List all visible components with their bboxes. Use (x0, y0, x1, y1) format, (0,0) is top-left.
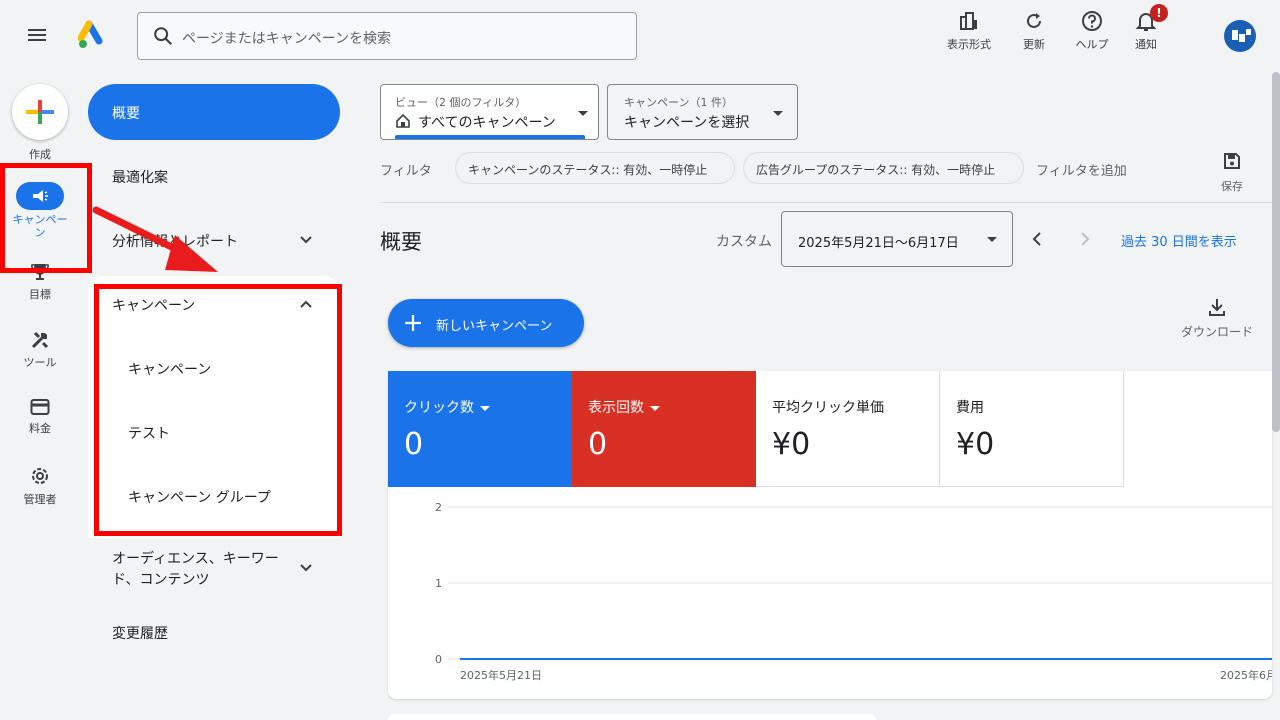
nav-change-history[interactable]: 変更履歴 (112, 623, 168, 643)
date-range-dropdown[interactable]: 2025年5月21日〜6月17日 (781, 211, 1013, 267)
chevron-down-icon[interactable] (298, 232, 314, 248)
help-label: ヘルプ (1075, 38, 1109, 51)
chevron-right-icon[interactable] (1077, 230, 1093, 248)
x-tick-label: 2025年6月 (1220, 668, 1272, 682)
view-dropdown-value: すべてのキャンペーン (418, 115, 556, 131)
rail-billing[interactable]: 料金 (0, 398, 80, 436)
tools-icon (31, 331, 49, 349)
campaign-dropdown-small: キャンペーン（1 件） (624, 96, 733, 109)
metric-impressions-value: 0 (588, 427, 608, 462)
download-icon (1209, 299, 1225, 316)
search-icon (154, 27, 173, 46)
plus-icon (26, 100, 54, 124)
metric-clicks-title: クリック数 (404, 400, 474, 416)
metric-cost-title: 費用 (956, 400, 984, 416)
avatar[interactable] (1224, 20, 1256, 52)
new-campaign-label: 新しいキャンペーン (436, 319, 553, 334)
metric-avg-cpc-title: 平均クリック単価 (772, 400, 884, 416)
rail-tools-label: ツール (23, 356, 57, 369)
view-dropdown[interactable]: ビュー（2 個のフィルタ） すべてのキャンペーン (380, 84, 599, 140)
date-custom-label: カスタム (716, 234, 772, 250)
filter-label: フィルタ (380, 164, 432, 179)
metric-impressions[interactable]: 表示回数 0 (572, 371, 756, 487)
metric-avg-cpc-value: ¥0 (772, 427, 811, 462)
y-tick-label: 0 (435, 653, 442, 666)
y-tick-label: 1 (435, 577, 442, 590)
caret-down-icon (480, 405, 490, 411)
refresh-button[interactable]: 更新 (1004, 8, 1064, 52)
help-button[interactable]: ヘルプ (1062, 8, 1122, 52)
metric-avg-cpc[interactable]: 平均クリック単価 ¥0 (756, 371, 940, 487)
chevron-down-icon[interactable] (298, 560, 314, 576)
caret-down-icon (987, 237, 997, 242)
save-icon (1224, 153, 1240, 169)
divider (939, 371, 940, 487)
view-mode-label: 表示形式 (947, 38, 991, 51)
metric-cost-value: ¥0 (956, 427, 995, 462)
next-card-edge (388, 714, 876, 720)
download-button[interactable]: ダウンロード (1178, 297, 1256, 340)
annotation-arrow (92, 206, 218, 272)
view-mode-icon (960, 12, 977, 30)
nav-overview[interactable]: 概要 (88, 84, 340, 140)
view-mode-button[interactable]: 表示形式 (939, 8, 999, 52)
rail-tools[interactable]: ツール (0, 330, 80, 370)
view-dropdown-small: ビュー（2 個のフィルタ） (395, 96, 527, 109)
metric-clicks-value: 0 (404, 427, 424, 462)
caret-down-icon (650, 405, 660, 411)
help-icon (1082, 11, 1102, 31)
divider (380, 202, 1272, 203)
date-range-value: 2025年5月21日〜6月17日 (798, 236, 959, 251)
show-last-30-link[interactable]: 過去 30 日間を表示 (1121, 231, 1237, 250)
search-placeholder: ページまたはキャンペーンを検索 (182, 31, 392, 47)
rail-create[interactable]: 作成 (0, 143, 80, 162)
nav-audiences-line1[interactable]: オーディエンス、キーワー (112, 548, 279, 568)
performance-chart: 2 1 0 2025年5月21日 2025年6月 (435, 501, 1272, 682)
annotation-box-campaigns-menu (94, 284, 342, 536)
refresh-label: 更新 (1023, 38, 1045, 51)
y-tick-label: 2 (435, 501, 442, 514)
view-selected-indicator (395, 135, 585, 139)
filter-chip-campaign-status[interactable]: キャンペーンのステータス:: 有効、一時停止 (455, 152, 735, 184)
caret-down-icon (773, 111, 783, 116)
menu-icon[interactable] (28, 26, 50, 44)
rail-admin-label: 管理者 (23, 493, 57, 506)
filter-chip-adgroup-status[interactable]: 広告グループのステータス:: 有効、一時停止 (743, 152, 1024, 184)
campaign-dropdown[interactable]: キャンペーン（1 件） キャンペーンを選択 (607, 84, 798, 140)
rail-goals-label: 目標 (29, 288, 51, 301)
metric-cost[interactable]: 費用 ¥0 (940, 371, 1124, 487)
caret-down-icon (578, 111, 588, 116)
refresh-icon (1027, 13, 1041, 28)
divider (1123, 371, 1124, 487)
google-ads-logo[interactable] (78, 20, 108, 50)
campaign-dropdown-value: キャンペーンを選択 (624, 115, 750, 131)
credit-card-icon (30, 399, 50, 415)
rail-billing-label: 料金 (29, 422, 51, 435)
create-button[interactable] (12, 84, 68, 140)
metric-clicks[interactable]: クリック数 0 (388, 371, 572, 487)
chevron-left-icon[interactable] (1029, 230, 1045, 248)
rail-admin[interactable]: 管理者 (0, 465, 80, 507)
notification-badge: ! (1150, 4, 1168, 22)
metric-impressions-title: 表示回数 (588, 400, 644, 416)
save-button[interactable]: 保存 (1212, 152, 1252, 194)
nav-audiences-line2[interactable]: ド、コンテンツ (112, 569, 209, 589)
page-title: 概要 (380, 230, 422, 254)
notifications-label: 通知 (1135, 38, 1157, 51)
top-bar: ページまたはキャンペーンを検索 表示形式 更新 ヘルプ 通知 ! (0, 0, 1280, 72)
download-label: ダウンロード (1180, 325, 1253, 339)
annotation-box-campaigns-rail (0, 163, 92, 273)
scrollbar[interactable] (1272, 72, 1280, 432)
save-label: 保存 (1221, 180, 1243, 193)
nav-recommendations[interactable]: 最適化案 (112, 167, 168, 187)
x-tick-label: 2025年5月21日 (460, 668, 542, 682)
plus-icon (405, 315, 421, 331)
gear-icon (32, 468, 48, 484)
search-box[interactable]: ページまたはキャンペーンを検索 (137, 12, 637, 60)
rail-create-label: 作成 (29, 148, 51, 161)
home-icon (396, 113, 410, 128)
notifications-button[interactable]: 通知 ! (1116, 4, 1176, 52)
add-filter-link[interactable]: フィルタを追加 (1036, 160, 1127, 179)
new-campaign-button[interactable]: 新しいキャンペーン (388, 299, 584, 347)
